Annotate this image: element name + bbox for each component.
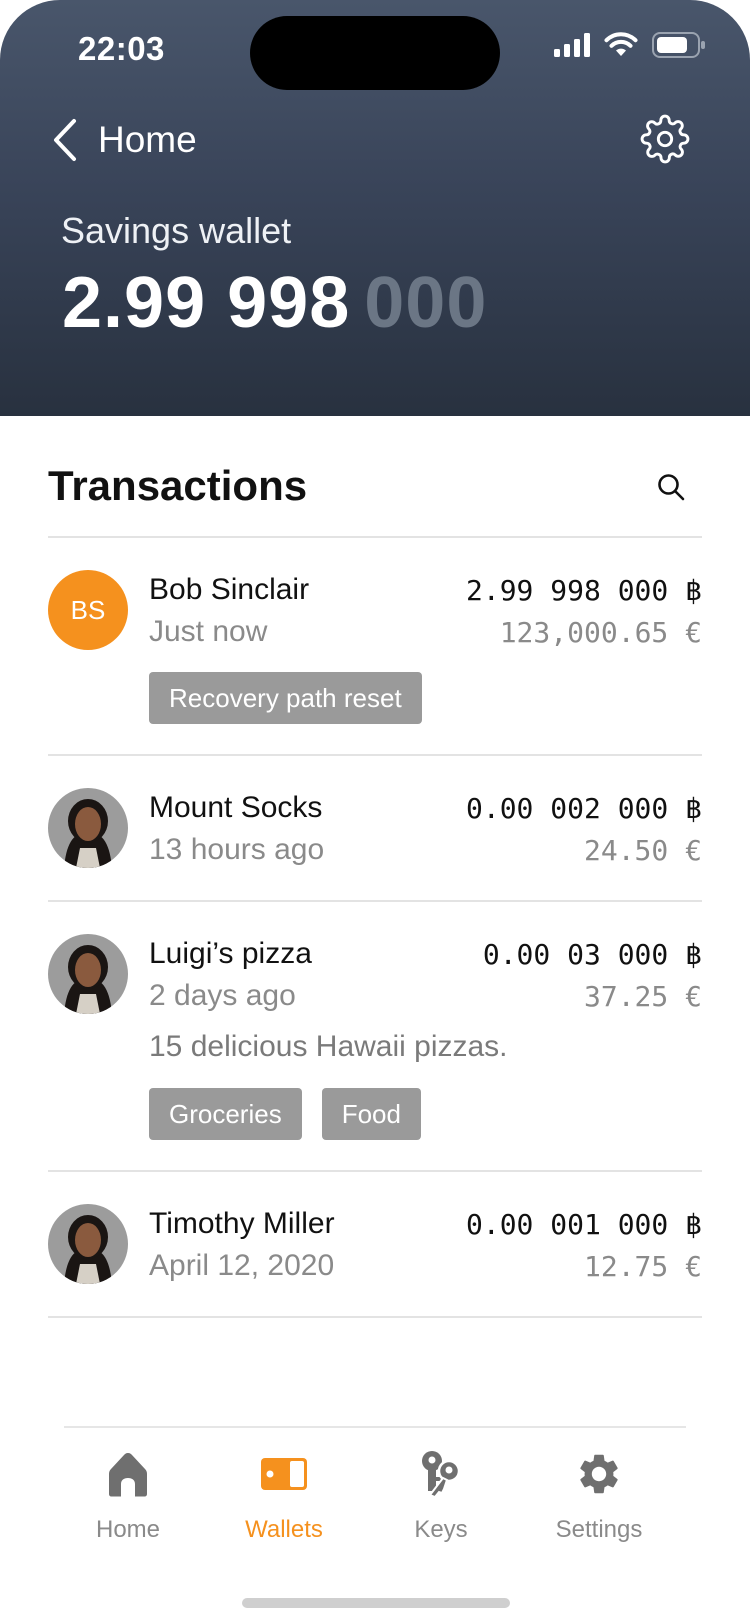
transaction-name: Bob Sinclair	[149, 573, 310, 606]
person-photo-icon	[48, 934, 128, 1014]
tag[interactable]: Food	[321, 1088, 421, 1140]
wallet-icon	[256, 1446, 312, 1502]
gear-icon	[640, 114, 690, 164]
wallet-balance: 2.99 998 000	[62, 262, 487, 344]
gear-icon	[571, 1446, 627, 1502]
transaction-eur-amount: 123,000.65 €	[499, 616, 702, 649]
avatar-initials: BS	[70, 594, 106, 625]
avatar	[48, 788, 128, 868]
tab-label: Wallets	[245, 1516, 323, 1543]
transaction-btc-amount: 0.00 001 000 ฿	[465, 1208, 702, 1241]
transaction-time: Just now	[149, 615, 268, 648]
tag[interactable]: Recovery path reset	[149, 672, 422, 724]
balance-dim: 000	[364, 263, 488, 343]
tab-wallets[interactable]: Wallets	[214, 1446, 354, 1558]
tab-label: Keys	[414, 1516, 468, 1543]
dynamic-island	[250, 16, 500, 90]
transaction-row[interactable]: BS Bob Sinclair Just now 2.99 998 000 ฿ …	[48, 538, 702, 756]
transaction-eur-amount: 24.50 €	[583, 834, 702, 867]
avatar: BS	[48, 570, 128, 650]
transaction-tags: Recovery path reset	[149, 672, 422, 724]
wallet-header: 22:03 Home Savings wallet 2.99 998 000	[0, 0, 750, 416]
back-label: Home	[98, 119, 197, 160]
transaction-btc-amount: 0.00 03 000 ฿	[482, 938, 702, 971]
avatar	[48, 934, 128, 1014]
status-icons	[554, 32, 706, 58]
transactions-title: Transactions	[48, 462, 308, 509]
back-button[interactable]: Home	[52, 114, 197, 166]
home-indicator	[242, 1598, 510, 1608]
cellular-signal-icon	[554, 33, 590, 57]
tab-bar: Home Wallets Keys Settings	[64, 1426, 686, 1556]
tab-label: Home	[95, 1516, 161, 1543]
avatar	[48, 1204, 128, 1284]
search-button[interactable]	[656, 472, 686, 502]
transaction-btc-amount: 2.99 998 000 ฿	[465, 574, 702, 607]
tab-keys[interactable]: Keys	[371, 1446, 511, 1558]
battery-icon	[652, 32, 705, 58]
transaction-time: 13 hours ago	[149, 833, 325, 866]
wifi-icon	[604, 32, 638, 56]
wallet-name: Savings wallet	[61, 210, 292, 251]
transaction-time: 2 days ago	[149, 979, 296, 1012]
home-icon	[100, 1446, 156, 1502]
transaction-row[interactable]: Mount Socks 13 hours ago 0.00 002 000 ฿ …	[48, 756, 702, 902]
tab-settings[interactable]: Settings	[529, 1446, 669, 1558]
person-photo-icon	[48, 1204, 128, 1284]
keys-icon	[413, 1446, 469, 1502]
transactions-header: Transactions	[48, 458, 702, 538]
transaction-note: 15 delicious Hawaii pizzas.	[149, 1030, 508, 1063]
transaction-name: Timothy Miller	[149, 1207, 335, 1240]
transaction-eur-amount: 37.25 €	[583, 980, 702, 1013]
balance-main: 2.99 998	[62, 263, 351, 343]
transaction-name: Mount Socks	[149, 791, 323, 824]
transaction-row[interactable]: Luigi’s pizza 2 days ago 0.00 03 000 ฿ 3…	[48, 902, 702, 1172]
transaction-eur-amount: 12.75 €	[583, 1250, 702, 1283]
nav-bar: Home	[0, 110, 750, 170]
tab-label: Settings	[555, 1516, 643, 1543]
transaction-tags: Groceries Food	[149, 1088, 421, 1140]
transaction-time: April 12, 2020	[149, 1249, 335, 1282]
person-photo-icon	[48, 788, 128, 868]
status-time: 22:03	[78, 30, 165, 67]
transaction-name: Luigi’s pizza	[149, 937, 312, 970]
chevron-left-icon	[54, 119, 76, 161]
tab-home[interactable]: Home	[58, 1446, 198, 1558]
transaction-row[interactable]: Timothy Miller April 12, 2020 0.00 001 0…	[48, 1172, 702, 1318]
search-icon	[658, 474, 685, 501]
tag[interactable]: Groceries	[149, 1088, 302, 1140]
wallet-settings-button[interactable]	[640, 114, 690, 164]
transaction-btc-amount: 0.00 002 000 ฿	[465, 792, 702, 825]
status-bar: 22:03	[0, 0, 750, 100]
